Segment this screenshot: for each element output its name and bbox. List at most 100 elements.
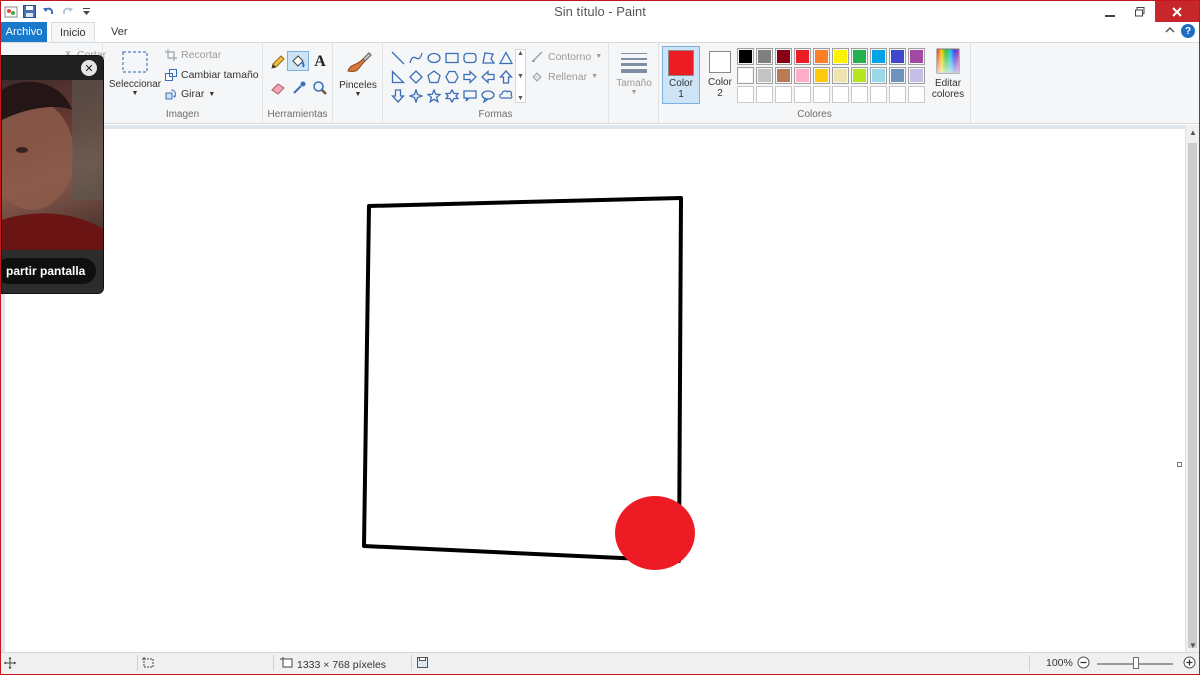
size-button[interactable]: Tamaño ▼ (613, 51, 655, 96)
polygon-shape-icon[interactable] (479, 49, 496, 67)
arrow-left-shape-icon[interactable] (479, 68, 496, 86)
palette-swatch[interactable] (737, 67, 754, 84)
rounded-rectangle-shape-icon[interactable] (461, 49, 478, 67)
palette-swatch[interactable] (794, 48, 811, 65)
palette-custom-slot[interactable] (794, 86, 811, 103)
select-dropdown-arrow-icon[interactable]: ▼ (107, 90, 163, 97)
rectangular-callout-shape-icon[interactable] (461, 87, 478, 105)
line-shape-icon[interactable] (389, 49, 406, 67)
rotate-button[interactable]: Girar ▼ (165, 88, 215, 100)
palette-swatch[interactable] (870, 67, 887, 84)
fill-dropdown-arrow-icon[interactable]: ▼ (591, 73, 598, 80)
palette-swatch[interactable] (870, 48, 887, 65)
rotate-dropdown-arrow-icon[interactable]: ▼ (208, 91, 215, 98)
palette-swatch[interactable] (794, 67, 811, 84)
scroll-down-icon[interactable]: ▼ (517, 73, 524, 80)
palette-custom-slot[interactable] (870, 86, 887, 103)
palette-custom-slot[interactable] (851, 86, 868, 103)
arrow-right-shape-icon[interactable] (461, 68, 478, 86)
fill-bucket-icon[interactable] (287, 51, 309, 71)
tab-file[interactable]: Archivo (1, 22, 47, 42)
fill-button[interactable]: Rellenar ▼ (531, 70, 598, 83)
palette-custom-slot[interactable] (832, 86, 849, 103)
gallery-expand-icon[interactable]: ▼ (517, 95, 524, 102)
arrow-up-shape-icon[interactable] (497, 68, 514, 86)
window-title: Sin título - Paint (554, 4, 646, 19)
vertical-scrollbar[interactable]: ▲ ▼ (1185, 125, 1199, 652)
scroll-up-arrow-icon[interactable]: ▲ (1186, 125, 1199, 139)
palette-swatch[interactable] (756, 67, 773, 84)
arrow-down-shape-icon[interactable] (389, 87, 406, 105)
color-picker-icon[interactable] (290, 79, 308, 97)
minimize-button[interactable] (1095, 1, 1125, 22)
scroll-down-arrow-icon[interactable]: ▼ (1186, 638, 1199, 652)
triangle-shape-icon[interactable] (497, 49, 514, 67)
eraser-icon[interactable] (269, 79, 287, 97)
resize-button[interactable]: Cambiar tamaño (165, 69, 259, 81)
color1-button[interactable]: Color 1 (662, 46, 700, 104)
right-triangle-shape-icon[interactable] (389, 68, 406, 86)
palette-swatch[interactable] (908, 67, 925, 84)
scrollbar-thumb[interactable] (1188, 143, 1197, 648)
select-button[interactable]: Seleccionar ▼ (107, 49, 163, 97)
palette-swatch[interactable] (813, 67, 830, 84)
oval-callout-shape-icon[interactable] (479, 87, 496, 105)
help-icon[interactable]: ? (1181, 24, 1195, 38)
palette-swatch[interactable] (832, 67, 849, 84)
hexagon-shape-icon[interactable] (443, 68, 460, 86)
palette-swatch[interactable] (908, 48, 925, 65)
five-point-star-shape-icon[interactable] (425, 87, 442, 105)
palette-swatch[interactable] (889, 67, 906, 84)
oval-shape-icon[interactable] (425, 49, 442, 67)
palette-swatch[interactable] (851, 48, 868, 65)
brushes-dropdown-arrow-icon[interactable]: ▼ (335, 91, 381, 98)
palette-swatch[interactable] (889, 48, 906, 65)
scroll-up-icon[interactable]: ▲ (517, 50, 524, 57)
magnifier-icon[interactable] (311, 79, 329, 97)
size-dropdown-arrow-icon[interactable]: ▼ (613, 89, 655, 96)
zoom-out-button[interactable] (1077, 656, 1090, 669)
outline-button[interactable]: Contorno ▼ (531, 50, 602, 63)
tab-home[interactable]: Inicio (51, 22, 95, 42)
close-button[interactable] (1155, 1, 1199, 22)
outline-dropdown-arrow-icon[interactable]: ▼ (595, 53, 602, 60)
shapes-gallery-scroll[interactable]: ▲ ▼ ▼ (515, 49, 526, 103)
share-screen-button[interactable]: partir pantalla (2, 258, 96, 284)
close-icon[interactable]: ✕ (81, 60, 97, 76)
drawing-canvas[interactable] (5, 129, 1185, 652)
tab-view[interactable]: Ver (103, 22, 136, 42)
pencil-icon[interactable] (269, 53, 287, 71)
zoom-in-button[interactable] (1183, 656, 1196, 669)
title-bar: Sin título - Paint (1, 1, 1199, 22)
diamond-shape-icon[interactable] (407, 68, 424, 86)
rectangle-shape-icon[interactable] (443, 49, 460, 67)
pentagon-shape-icon[interactable] (425, 68, 442, 86)
palette-custom-slot[interactable] (889, 86, 906, 103)
palette-swatch[interactable] (756, 48, 773, 65)
four-point-star-shape-icon[interactable] (407, 87, 424, 105)
edit-colors-button[interactable]: Editar colores (929, 47, 967, 100)
color2-button[interactable]: Color 2 (703, 46, 737, 99)
cloud-callout-shape-icon[interactable] (497, 87, 514, 105)
curve-shape-icon[interactable] (407, 49, 424, 67)
crop-button[interactable]: Recortar (165, 49, 221, 61)
palette-custom-slot[interactable] (756, 86, 773, 103)
size-group: Tamaño ▼ (609, 43, 659, 123)
palette-swatch[interactable] (775, 48, 792, 65)
palette-custom-slot[interactable] (775, 86, 792, 103)
palette-swatch[interactable] (851, 67, 868, 84)
brushes-button[interactable]: Pinceles ▼ (335, 49, 381, 98)
palette-custom-slot[interactable] (813, 86, 830, 103)
palette-custom-slot[interactable] (908, 86, 925, 103)
zoom-slider-thumb[interactable] (1133, 657, 1139, 669)
palette-swatch[interactable] (737, 48, 754, 65)
palette-swatch[interactable] (813, 48, 830, 65)
six-point-star-shape-icon[interactable] (443, 87, 460, 105)
palette-swatch[interactable] (832, 48, 849, 65)
restore-button[interactable] (1125, 1, 1155, 22)
text-tool-icon[interactable]: A (311, 53, 329, 71)
palette-swatch[interactable] (775, 67, 792, 84)
canvas-resize-handle-right[interactable] (1177, 462, 1182, 467)
collapse-ribbon-icon[interactable] (1165, 25, 1175, 37)
palette-custom-slot[interactable] (737, 86, 754, 103)
